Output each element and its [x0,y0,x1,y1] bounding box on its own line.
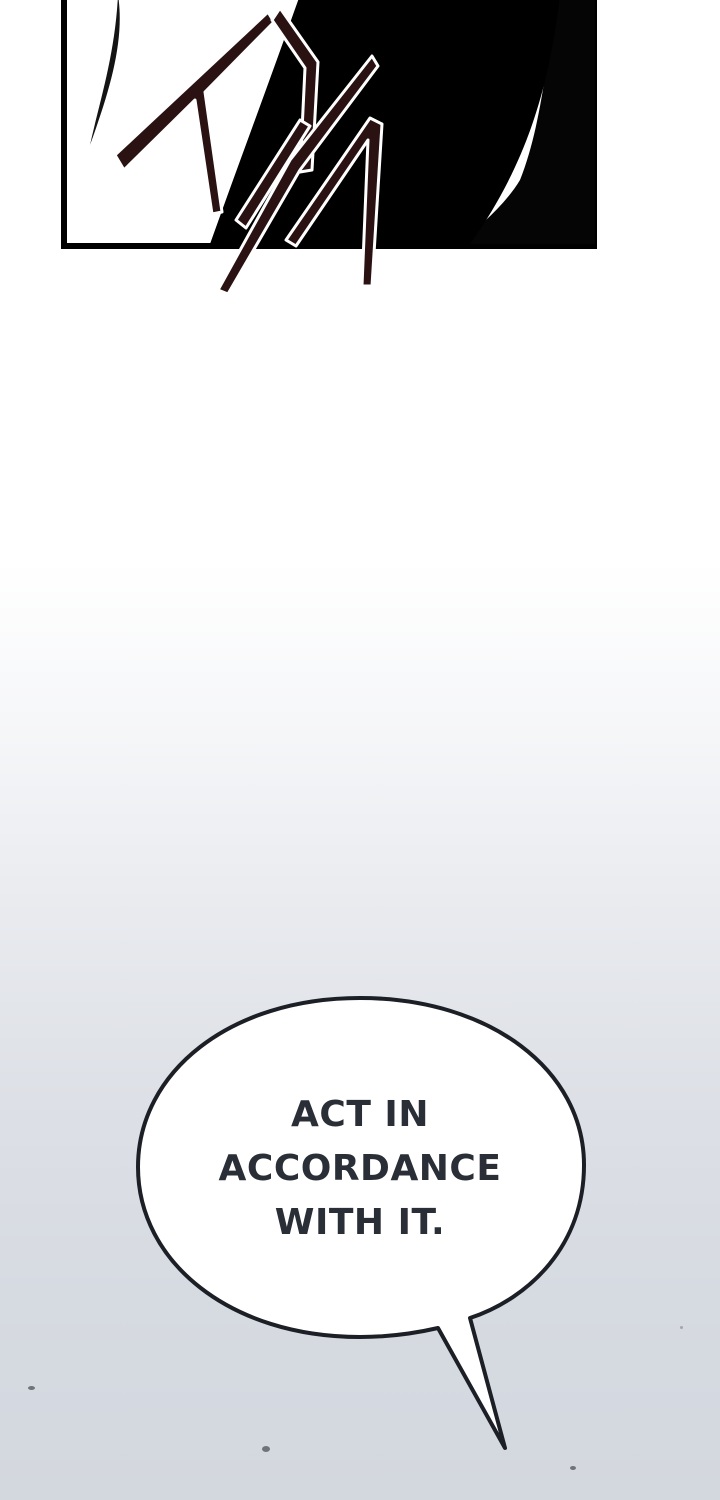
speech-line-2: ACCORDANCE [218,1148,502,1189]
speech-bubble-text: ACT IN ACCORDANCE WITH IT. [190,1088,530,1250]
panel-artwork [61,0,597,296]
dust-speck [680,1326,683,1329]
dust-speck [262,1446,270,1452]
dust-speck [570,1466,576,1470]
dust-speck [28,1386,35,1390]
comic-panel-top [0,0,720,310]
speech-line-3: WITH IT. [274,1202,446,1243]
speech-line-1: ACT IN [291,1094,429,1135]
